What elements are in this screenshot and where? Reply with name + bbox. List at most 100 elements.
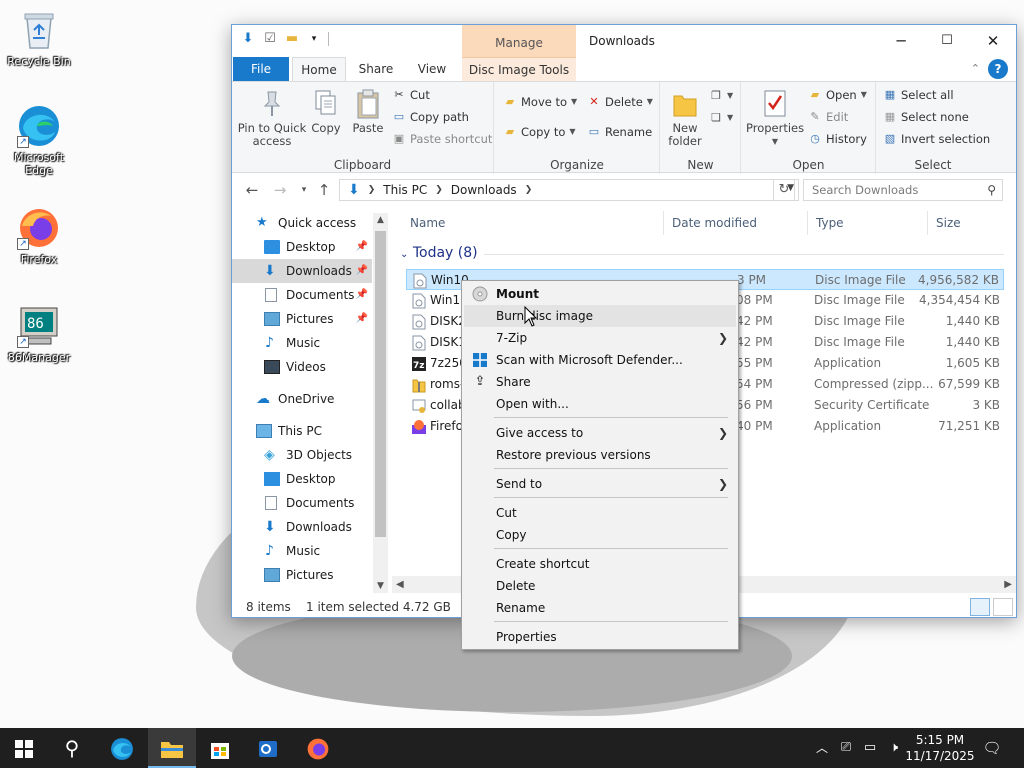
nav-scrollbar[interactable]: ▲ ▼ [373, 213, 388, 593]
taskbar-store[interactable] [196, 728, 244, 768]
details-view-button[interactable] [970, 598, 990, 616]
menu-item-mount[interactable]: Mount [464, 283, 736, 305]
menu-item-send-to[interactable]: Send to ❯ [464, 473, 736, 495]
group-header-today[interactable]: ⌄ Today (8) [400, 245, 1006, 263]
nav-item-documents[interactable]: Documents 📌 [232, 283, 372, 307]
manage-tab[interactable]: Manage [462, 25, 576, 57]
customize-toolbar-icon[interactable]: ▾ [306, 31, 322, 47]
menu-item-delete[interactable]: Delete [464, 575, 736, 597]
column-name[interactable]: Name [402, 211, 664, 235]
title-bar[interactable]: ⬇ ☑ ▬ ▾ Manage Downloads ─ ☐ ✕ [232, 25, 1016, 57]
menu-item-restore-previous-versions[interactable]: Restore previous versions [464, 444, 736, 466]
select-none-button[interactable]: ▦ Select none [883, 107, 969, 127]
notification-icon[interactable]: 🗨 [980, 728, 1004, 768]
properties-button[interactable]: Properties ▼ [746, 88, 804, 148]
easy-access-button[interactable]: ❏ ▼ [709, 108, 733, 128]
nav-item-music[interactable]: ♪ Music [232, 331, 372, 355]
delete-button[interactable]: ✕ Delete ▼ [587, 92, 653, 112]
new-folder-button[interactable]: New folder [667, 88, 703, 148]
nav-quick-access[interactable]: ★ Quick access [232, 211, 372, 235]
start-button[interactable] [0, 728, 48, 768]
nav-item-videos[interactable]: Videos [232, 355, 372, 379]
column-date-modified[interactable]: Date modified [664, 211, 808, 235]
scroll-down-icon[interactable]: ▼ [373, 581, 388, 591]
select-all-button[interactable]: ▦ Select all [883, 85, 954, 105]
refresh-button[interactable]: ↻ [773, 179, 795, 201]
new-folder-icon[interactable]: ▬ [284, 31, 300, 47]
menu-item-scan-defender[interactable]: Scan with Microsoft Defender... [464, 349, 736, 371]
close-button[interactable]: ✕ [970, 25, 1016, 57]
nav-item-pc-pictures[interactable]: Pictures [232, 563, 372, 587]
properties-check-icon[interactable]: ☑ [262, 31, 278, 47]
maximize-button[interactable]: ☐ [924, 25, 970, 57]
open-button[interactable]: ▰ Open ▼ [808, 85, 867, 105]
search-input[interactable]: Search Downloads ⚲ [803, 179, 1003, 201]
search-icon[interactable]: ⚲ [48, 728, 96, 768]
taskbar-file-explorer[interactable] [148, 728, 196, 768]
column-type[interactable]: Type [808, 211, 928, 235]
nav-onedrive[interactable]: ☁ OneDrive [232, 387, 372, 411]
menu-item-properties[interactable]: Properties [464, 626, 736, 648]
scroll-up-icon[interactable]: ▲ [373, 215, 388, 225]
desktop-icon-recycle-bin[interactable]: Recycle Bin [1, 8, 77, 68]
menu-item-open-with[interactable]: Open with... [464, 393, 736, 415]
history-button[interactable]: ◷ History [808, 129, 867, 149]
menu-item-cut[interactable]: Cut [464, 502, 736, 524]
move-to-button[interactable]: ▰ Move to ▼ [503, 92, 577, 112]
invert-selection-button[interactable]: ▧ Invert selection [883, 129, 990, 149]
pin-to-quick-access-button[interactable]: Pin to Quick access [236, 88, 308, 148]
taskbar-firefox[interactable] [294, 728, 342, 768]
edit-button[interactable]: ✎ Edit [808, 107, 848, 127]
breadcrumb-downloads[interactable]: Downloads [451, 183, 517, 197]
menu-item-burn-disc-image[interactable]: Burn disc image [464, 305, 736, 327]
recent-locations-icon[interactable]: ▾ [294, 180, 314, 200]
forward-button[interactable]: → [270, 180, 290, 200]
collapse-ribbon-icon[interactable]: ⌃ [971, 57, 980, 81]
menu-item-rename[interactable]: Rename [464, 597, 736, 619]
menu-item-give-access[interactable]: Give access to ❯ [464, 422, 736, 444]
network-icon[interactable]: ▭ [860, 728, 880, 768]
device-icon[interactable]: ⎚ [836, 728, 856, 768]
speaker-muted-icon[interactable]: 🕨 [884, 728, 904, 768]
nav-this-pc[interactable]: This PC [232, 419, 372, 443]
nav-item-pc-downloads[interactable]: ⬇ Downloads [232, 515, 372, 539]
nav-item-pictures[interactable]: Pictures 📌 [232, 307, 372, 331]
nav-item-downloads[interactable]: ⬇ Downloads 📌 [232, 259, 372, 283]
nav-item-desktop[interactable]: Desktop 📌 [232, 235, 372, 259]
help-icon[interactable]: ? [988, 59, 1008, 79]
desktop-icon-firefox[interactable]: ↗ Firefox [1, 206, 77, 266]
column-size[interactable]: Size [928, 211, 1008, 235]
large-icons-view-button[interactable] [993, 598, 1013, 616]
address-bar[interactable]: ⬇ ❯ This PC ❯ Downloads ❯ ▼ [339, 179, 799, 201]
menu-item-7zip[interactable]: 7-Zip ❯ [464, 327, 736, 349]
nav-item-pc-documents[interactable]: Documents [232, 491, 372, 515]
taskbar-edge[interactable] [98, 728, 146, 768]
cut-button[interactable]: ✂ Cut [392, 85, 429, 105]
paste-shortcut-button[interactable]: ▣ Paste shortcut [392, 129, 493, 149]
desktop-icon-edge[interactable]: ↗ Microsoft Edge [1, 104, 77, 177]
up-button[interactable]: ↑ [314, 180, 334, 200]
copy-path-button[interactable]: ▭ Copy path [392, 107, 469, 127]
new-item-button[interactable]: ❐ ▼ [709, 86, 733, 106]
desktop-icon-86manager[interactable]: 86 ↗ 86Manager [1, 304, 77, 364]
tab-file[interactable]: File [233, 57, 289, 81]
tab-home[interactable]: Home [292, 57, 346, 81]
scroll-right-icon[interactable]: ▶ [1004, 576, 1012, 593]
tab-view[interactable]: View [410, 57, 454, 81]
copy-to-button[interactable]: ▰ Copy to ▼ [503, 122, 576, 142]
nav-item-pc-music[interactable]: ♪ Music [232, 539, 372, 563]
tab-disc-image-tools[interactable]: Disc Image Tools [462, 57, 576, 81]
menu-item-share[interactable]: ⇪ Share [464, 371, 736, 393]
scroll-left-icon[interactable]: ◀ [396, 576, 404, 593]
rename-button[interactable]: ▭ Rename [587, 122, 652, 142]
scrollbar-thumb[interactable] [375, 231, 386, 537]
minimize-button[interactable]: ─ [878, 25, 924, 57]
tab-share[interactable]: Share [354, 57, 398, 81]
chevron-up-icon[interactable]: ︿ [812, 728, 832, 768]
menu-item-copy[interactable]: Copy [464, 524, 736, 546]
nav-item-pc-desktop[interactable]: Desktop [232, 467, 372, 491]
taskbar-outlook[interactable] [244, 728, 292, 768]
nav-item-3d-objects[interactable]: ◈ 3D Objects [232, 443, 372, 467]
breadcrumb-this-pc[interactable]: This PC [383, 183, 427, 197]
menu-item-create-shortcut[interactable]: Create shortcut [464, 553, 736, 575]
